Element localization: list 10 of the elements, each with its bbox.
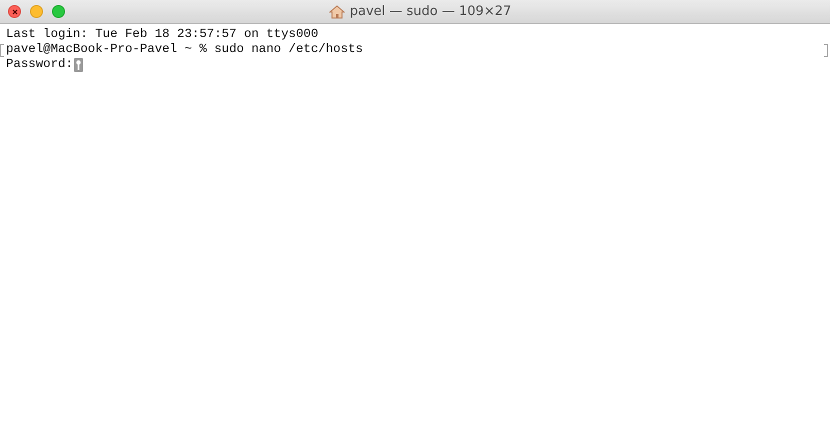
zoom-button[interactable] — [52, 5, 65, 18]
terminal-line: Last login: Tue Feb 18 23:57:57 on ttys000 — [6, 27, 318, 42]
window-title: pavel — sudo — 109×27 — [350, 4, 512, 19]
house-icon — [328, 4, 345, 18]
close-button[interactable] — [8, 5, 21, 18]
minimize-button[interactable] — [30, 5, 43, 18]
close-icon — [12, 8, 18, 14]
terminal-line: Password: — [6, 57, 73, 72]
line-mark-icon — [824, 44, 828, 57]
terminal-line: pavel@MacBook-Pro-Pavel ~ % sudo nano /etc/hosts — [6, 42, 363, 57]
